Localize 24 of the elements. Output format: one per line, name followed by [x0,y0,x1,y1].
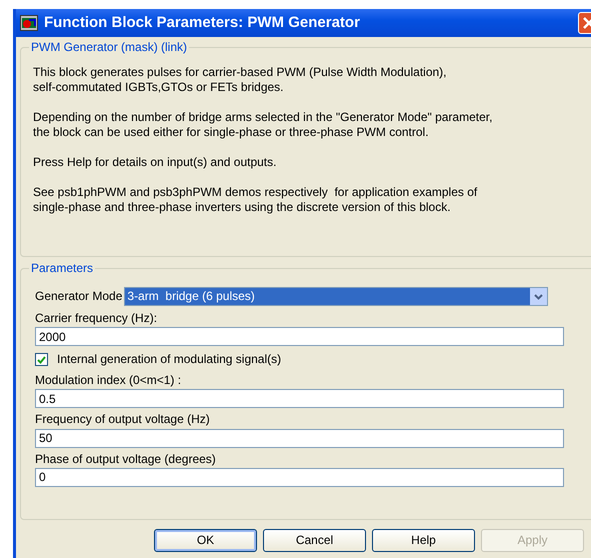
app-icon [20,15,38,31]
description-paragraph: This block generates pulses for carrier-based PWM (Pulse Width Modulation), self-commutated IGBTs,GTOs or FETs bridges. [33,65,448,95]
checkbox[interactable] [35,353,48,366]
field-label: Generator Mode [35,289,122,304]
input-field[interactable]: 50 [35,428,564,448]
dialog-button[interactable]: OK [154,529,257,552]
field-label: Modulation index (0<m<1) : [35,372,182,388]
group-label: Parameters [29,261,96,276]
input-field[interactable]: 0.5 [35,389,564,408]
checkbox-label: Internal generation of modulating signal(s) [57,352,282,367]
description-paragraph: Press Help for details on input(s) and outputs. [33,155,278,170]
description-paragraph: Depending on the number of bridge arms selected in the "Generator Mode" parameter, the block can be used either for single-phase or three-phase PWM control. [33,110,494,140]
field-label: Frequency of output voltage (Hz) [35,412,211,427]
group-label: PWM Generator (mask) (link) [29,40,190,54]
dropdown[interactable]: 3-arm bridge (6 pulses) [124,287,548,306]
input-field[interactable]: 0 [35,468,564,487]
field-label: Phase of output voltage (degrees) [35,452,217,466]
input-field[interactable]: 2000 [35,327,564,346]
description-paragraph: See psb1phPWM and psb3phPWM demos respectively for application examples of single-phase and three-phase inverters using the discrete version of this block. [33,185,478,215]
dialog-button[interactable]: Help [372,529,475,552]
dialog-button[interactable]: Cancel [263,529,366,552]
caret-icon [534,294,544,300]
field-label: Carrier frequency (Hz): [35,311,158,326]
window-title: Function Block Parameters: PWM Generator [44,14,360,32]
